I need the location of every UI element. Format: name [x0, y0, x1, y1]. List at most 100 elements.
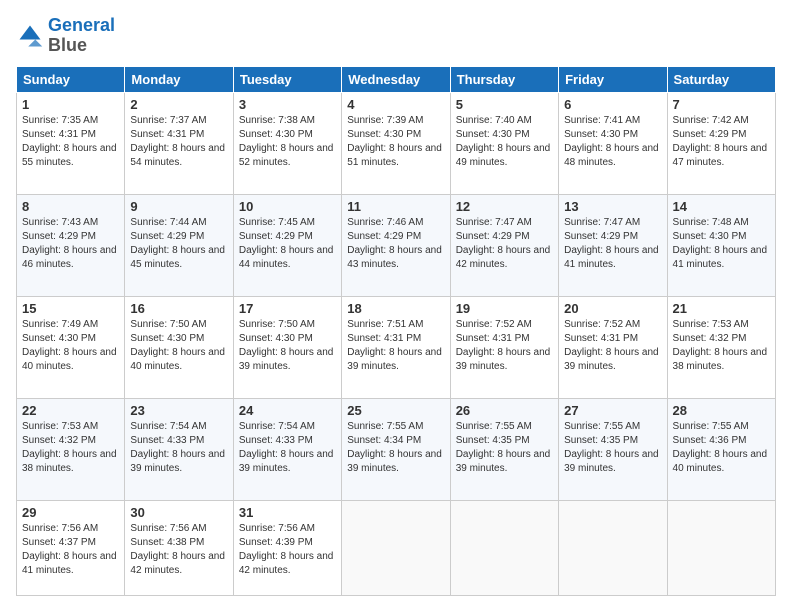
weekday-header-sunday: Sunday — [17, 66, 125, 92]
day-number: 22 — [22, 403, 119, 418]
day-cell: 31 Sunrise: 7:56 AMSunset: 4:39 PMDaylig… — [233, 500, 341, 595]
weekday-header-thursday: Thursday — [450, 66, 558, 92]
week-row-1: 1 Sunrise: 7:35 AMSunset: 4:31 PMDayligh… — [17, 92, 776, 194]
day-info: Sunrise: 7:46 AMSunset: 4:29 PMDaylight:… — [347, 217, 442, 270]
day-info: Sunrise: 7:52 AMSunset: 4:31 PMDaylight:… — [456, 319, 551, 372]
day-info: Sunrise: 7:49 AMSunset: 4:30 PMDaylight:… — [22, 319, 117, 372]
day-number: 19 — [456, 301, 553, 316]
week-row-5: 29 Sunrise: 7:56 AMSunset: 4:37 PMDaylig… — [17, 500, 776, 595]
day-cell: 12 Sunrise: 7:47 AMSunset: 4:29 PMDaylig… — [450, 194, 558, 296]
day-cell: 1 Sunrise: 7:35 AMSunset: 4:31 PMDayligh… — [17, 92, 125, 194]
day-info: Sunrise: 7:55 AMSunset: 4:34 PMDaylight:… — [347, 421, 442, 474]
day-cell: 26 Sunrise: 7:55 AMSunset: 4:35 PMDaylig… — [450, 398, 558, 500]
day-info: Sunrise: 7:47 AMSunset: 4:29 PMDaylight:… — [456, 217, 551, 270]
day-cell: 30 Sunrise: 7:56 AMSunset: 4:38 PMDaylig… — [125, 500, 233, 595]
day-cell: 9 Sunrise: 7:44 AMSunset: 4:29 PMDayligh… — [125, 194, 233, 296]
weekday-header-row: SundayMondayTuesdayWednesdayThursdayFrid… — [17, 66, 776, 92]
day-info: Sunrise: 7:53 AMSunset: 4:32 PMDaylight:… — [673, 319, 768, 372]
day-number: 26 — [456, 403, 553, 418]
day-number: 27 — [564, 403, 661, 418]
page: General Blue SundayMondayTuesdayWednesda… — [0, 0, 792, 612]
day-info: Sunrise: 7:45 AMSunset: 4:29 PMDaylight:… — [239, 217, 334, 270]
day-cell: 7 Sunrise: 7:42 AMSunset: 4:29 PMDayligh… — [667, 92, 775, 194]
weekday-header-tuesday: Tuesday — [233, 66, 341, 92]
day-cell: 17 Sunrise: 7:50 AMSunset: 4:30 PMDaylig… — [233, 296, 341, 398]
day-number: 5 — [456, 97, 553, 112]
day-number: 31 — [239, 505, 336, 520]
day-info: Sunrise: 7:50 AMSunset: 4:30 PMDaylight:… — [239, 319, 334, 372]
day-number: 13 — [564, 199, 661, 214]
day-number: 20 — [564, 301, 661, 316]
day-info: Sunrise: 7:55 AMSunset: 4:36 PMDaylight:… — [673, 421, 768, 474]
day-cell: 3 Sunrise: 7:38 AMSunset: 4:30 PMDayligh… — [233, 92, 341, 194]
day-cell: 11 Sunrise: 7:46 AMSunset: 4:29 PMDaylig… — [342, 194, 450, 296]
day-cell: 10 Sunrise: 7:45 AMSunset: 4:29 PMDaylig… — [233, 194, 341, 296]
day-cell: 5 Sunrise: 7:40 AMSunset: 4:30 PMDayligh… — [450, 92, 558, 194]
day-cell: 23 Sunrise: 7:54 AMSunset: 4:33 PMDaylig… — [125, 398, 233, 500]
day-info: Sunrise: 7:35 AMSunset: 4:31 PMDaylight:… — [22, 115, 117, 168]
day-number: 21 — [673, 301, 770, 316]
day-info: Sunrise: 7:55 AMSunset: 4:35 PMDaylight:… — [564, 421, 659, 474]
day-number: 28 — [673, 403, 770, 418]
day-cell: 29 Sunrise: 7:56 AMSunset: 4:37 PMDaylig… — [17, 500, 125, 595]
day-info: Sunrise: 7:56 AMSunset: 4:37 PMDaylight:… — [22, 523, 117, 576]
logo-text: General Blue — [48, 16, 115, 56]
day-cell: 27 Sunrise: 7:55 AMSunset: 4:35 PMDaylig… — [559, 398, 667, 500]
day-info: Sunrise: 7:53 AMSunset: 4:32 PMDaylight:… — [22, 421, 117, 474]
calendar-table: SundayMondayTuesdayWednesdayThursdayFrid… — [16, 66, 776, 596]
day-number: 30 — [130, 505, 227, 520]
day-cell: 22 Sunrise: 7:53 AMSunset: 4:32 PMDaylig… — [17, 398, 125, 500]
day-info: Sunrise: 7:39 AMSunset: 4:30 PMDaylight:… — [347, 115, 442, 168]
day-info: Sunrise: 7:54 AMSunset: 4:33 PMDaylight:… — [239, 421, 334, 474]
day-number: 17 — [239, 301, 336, 316]
day-number: 4 — [347, 97, 444, 112]
day-info: Sunrise: 7:38 AMSunset: 4:30 PMDaylight:… — [239, 115, 334, 168]
day-number: 11 — [347, 199, 444, 214]
day-number: 8 — [22, 199, 119, 214]
day-info: Sunrise: 7:54 AMSunset: 4:33 PMDaylight:… — [130, 421, 225, 474]
weekday-header-wednesday: Wednesday — [342, 66, 450, 92]
logo-icon — [16, 22, 44, 50]
day-info: Sunrise: 7:50 AMSunset: 4:30 PMDaylight:… — [130, 319, 225, 372]
day-number: 7 — [673, 97, 770, 112]
day-cell: 8 Sunrise: 7:43 AMSunset: 4:29 PMDayligh… — [17, 194, 125, 296]
day-cell — [450, 500, 558, 595]
day-cell: 18 Sunrise: 7:51 AMSunset: 4:31 PMDaylig… — [342, 296, 450, 398]
day-cell: 24 Sunrise: 7:54 AMSunset: 4:33 PMDaylig… — [233, 398, 341, 500]
day-cell: 25 Sunrise: 7:55 AMSunset: 4:34 PMDaylig… — [342, 398, 450, 500]
day-info: Sunrise: 7:55 AMSunset: 4:35 PMDaylight:… — [456, 421, 551, 474]
day-info: Sunrise: 7:48 AMSunset: 4:30 PMDaylight:… — [673, 217, 768, 270]
day-cell — [342, 500, 450, 595]
day-cell: 14 Sunrise: 7:48 AMSunset: 4:30 PMDaylig… — [667, 194, 775, 296]
day-number: 2 — [130, 97, 227, 112]
day-info: Sunrise: 7:41 AMSunset: 4:30 PMDaylight:… — [564, 115, 659, 168]
day-info: Sunrise: 7:51 AMSunset: 4:31 PMDaylight:… — [347, 319, 442, 372]
day-info: Sunrise: 7:52 AMSunset: 4:31 PMDaylight:… — [564, 319, 659, 372]
day-number: 25 — [347, 403, 444, 418]
weekday-header-monday: Monday — [125, 66, 233, 92]
day-number: 23 — [130, 403, 227, 418]
day-cell: 4 Sunrise: 7:39 AMSunset: 4:30 PMDayligh… — [342, 92, 450, 194]
day-number: 3 — [239, 97, 336, 112]
day-cell: 6 Sunrise: 7:41 AMSunset: 4:30 PMDayligh… — [559, 92, 667, 194]
day-number: 24 — [239, 403, 336, 418]
day-info: Sunrise: 7:43 AMSunset: 4:29 PMDaylight:… — [22, 217, 117, 270]
weekday-header-friday: Friday — [559, 66, 667, 92]
week-row-3: 15 Sunrise: 7:49 AMSunset: 4:30 PMDaylig… — [17, 296, 776, 398]
day-cell: 15 Sunrise: 7:49 AMSunset: 4:30 PMDaylig… — [17, 296, 125, 398]
day-cell: 19 Sunrise: 7:52 AMSunset: 4:31 PMDaylig… — [450, 296, 558, 398]
header: General Blue — [16, 16, 776, 56]
day-number: 16 — [130, 301, 227, 316]
day-cell: 13 Sunrise: 7:47 AMSunset: 4:29 PMDaylig… — [559, 194, 667, 296]
day-cell — [667, 500, 775, 595]
day-cell: 28 Sunrise: 7:55 AMSunset: 4:36 PMDaylig… — [667, 398, 775, 500]
day-cell: 2 Sunrise: 7:37 AMSunset: 4:31 PMDayligh… — [125, 92, 233, 194]
day-number: 15 — [22, 301, 119, 316]
day-number: 9 — [130, 199, 227, 214]
day-number: 1 — [22, 97, 119, 112]
day-info: Sunrise: 7:42 AMSunset: 4:29 PMDaylight:… — [673, 115, 768, 168]
day-number: 10 — [239, 199, 336, 214]
day-number: 12 — [456, 199, 553, 214]
day-info: Sunrise: 7:56 AMSunset: 4:39 PMDaylight:… — [239, 523, 334, 576]
day-number: 14 — [673, 199, 770, 214]
